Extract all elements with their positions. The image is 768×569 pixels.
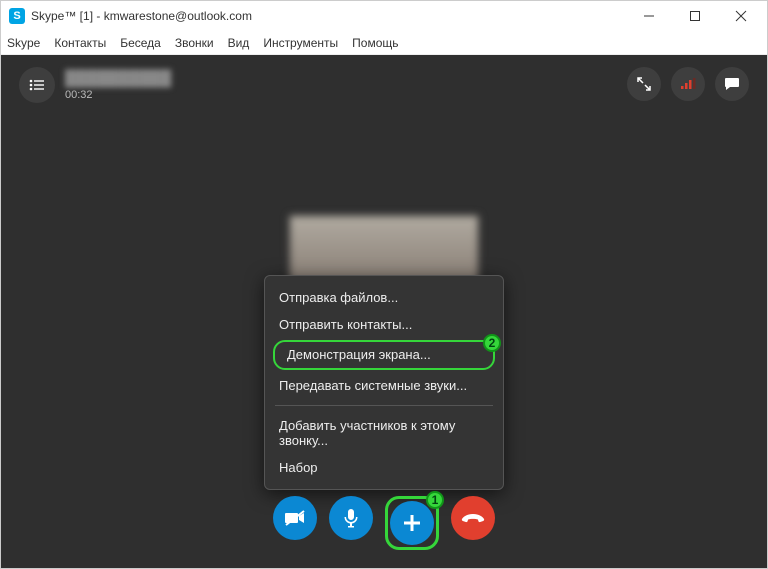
menu-conversation[interactable]: Беседа	[120, 36, 161, 50]
menu-share-sounds[interactable]: Передавать системные звуки...	[265, 372, 503, 399]
menu-share-screen-label: Демонстрация экрана...	[287, 347, 431, 362]
signal-button[interactable]	[671, 67, 705, 101]
annotation-badge-1: 1	[426, 491, 444, 509]
menu-calls[interactable]: Звонки	[175, 36, 214, 50]
call-area: ██████████ 00:32 Отправка файлов... Отпр…	[1, 55, 767, 568]
menu-add-people[interactable]: Добавить участников к этому звонку...	[265, 412, 503, 454]
fullscreen-button[interactable]	[627, 67, 661, 101]
call-info: ██████████ 00:32	[19, 67, 171, 103]
annotation-badge-2: 2	[483, 334, 501, 352]
call-menu-button[interactable]	[19, 67, 55, 103]
menu-view[interactable]: Вид	[228, 36, 250, 50]
window-title: Skype™ [1] - kmwarestone@outlook.com	[31, 9, 635, 23]
plus-button[interactable]	[390, 501, 434, 545]
call-duration: 00:32	[65, 89, 171, 101]
skype-logo-icon: S	[9, 8, 25, 24]
menu-separator	[275, 405, 493, 406]
menu-skype[interactable]: Skype	[7, 36, 40, 50]
close-button[interactable]	[727, 6, 755, 26]
plus-menu-popup: Отправка файлов... Отправить контакты...…	[264, 275, 504, 490]
menu-send-files[interactable]: Отправка файлов...	[265, 284, 503, 311]
menu-dialpad[interactable]: Набор	[265, 454, 503, 481]
titlebar: S Skype™ [1] - kmwarestone@outlook.com	[1, 1, 767, 31]
contact-name: ██████████	[65, 70, 171, 87]
maximize-button[interactable]	[681, 6, 709, 26]
chat-button[interactable]	[715, 67, 749, 101]
mute-toggle-button[interactable]	[329, 496, 373, 540]
window-controls	[635, 6, 755, 26]
menu-share-screen[interactable]: Демонстрация экрана... 2	[273, 340, 495, 370]
name-area: ██████████ 00:32	[65, 70, 171, 101]
hangup-button[interactable]	[451, 496, 495, 540]
menu-tools[interactable]: Инструменты	[263, 36, 338, 50]
app-window: S Skype™ [1] - kmwarestone@outlook.com S…	[0, 0, 768, 569]
top-controls: ██████████ 00:32	[1, 67, 767, 103]
menu-send-contacts[interactable]: Отправить контакты...	[265, 311, 503, 338]
menu-help[interactable]: Помощь	[352, 36, 398, 50]
plus-button-highlight: 1	[385, 496, 439, 550]
menu-contacts[interactable]: Контакты	[54, 36, 106, 50]
top-right-controls	[627, 67, 749, 101]
menubar: Skype Контакты Беседа Звонки Вид Инструм…	[1, 31, 767, 55]
call-buttons: 1	[273, 496, 495, 550]
video-toggle-button[interactable]	[273, 496, 317, 540]
minimize-button[interactable]	[635, 6, 663, 26]
